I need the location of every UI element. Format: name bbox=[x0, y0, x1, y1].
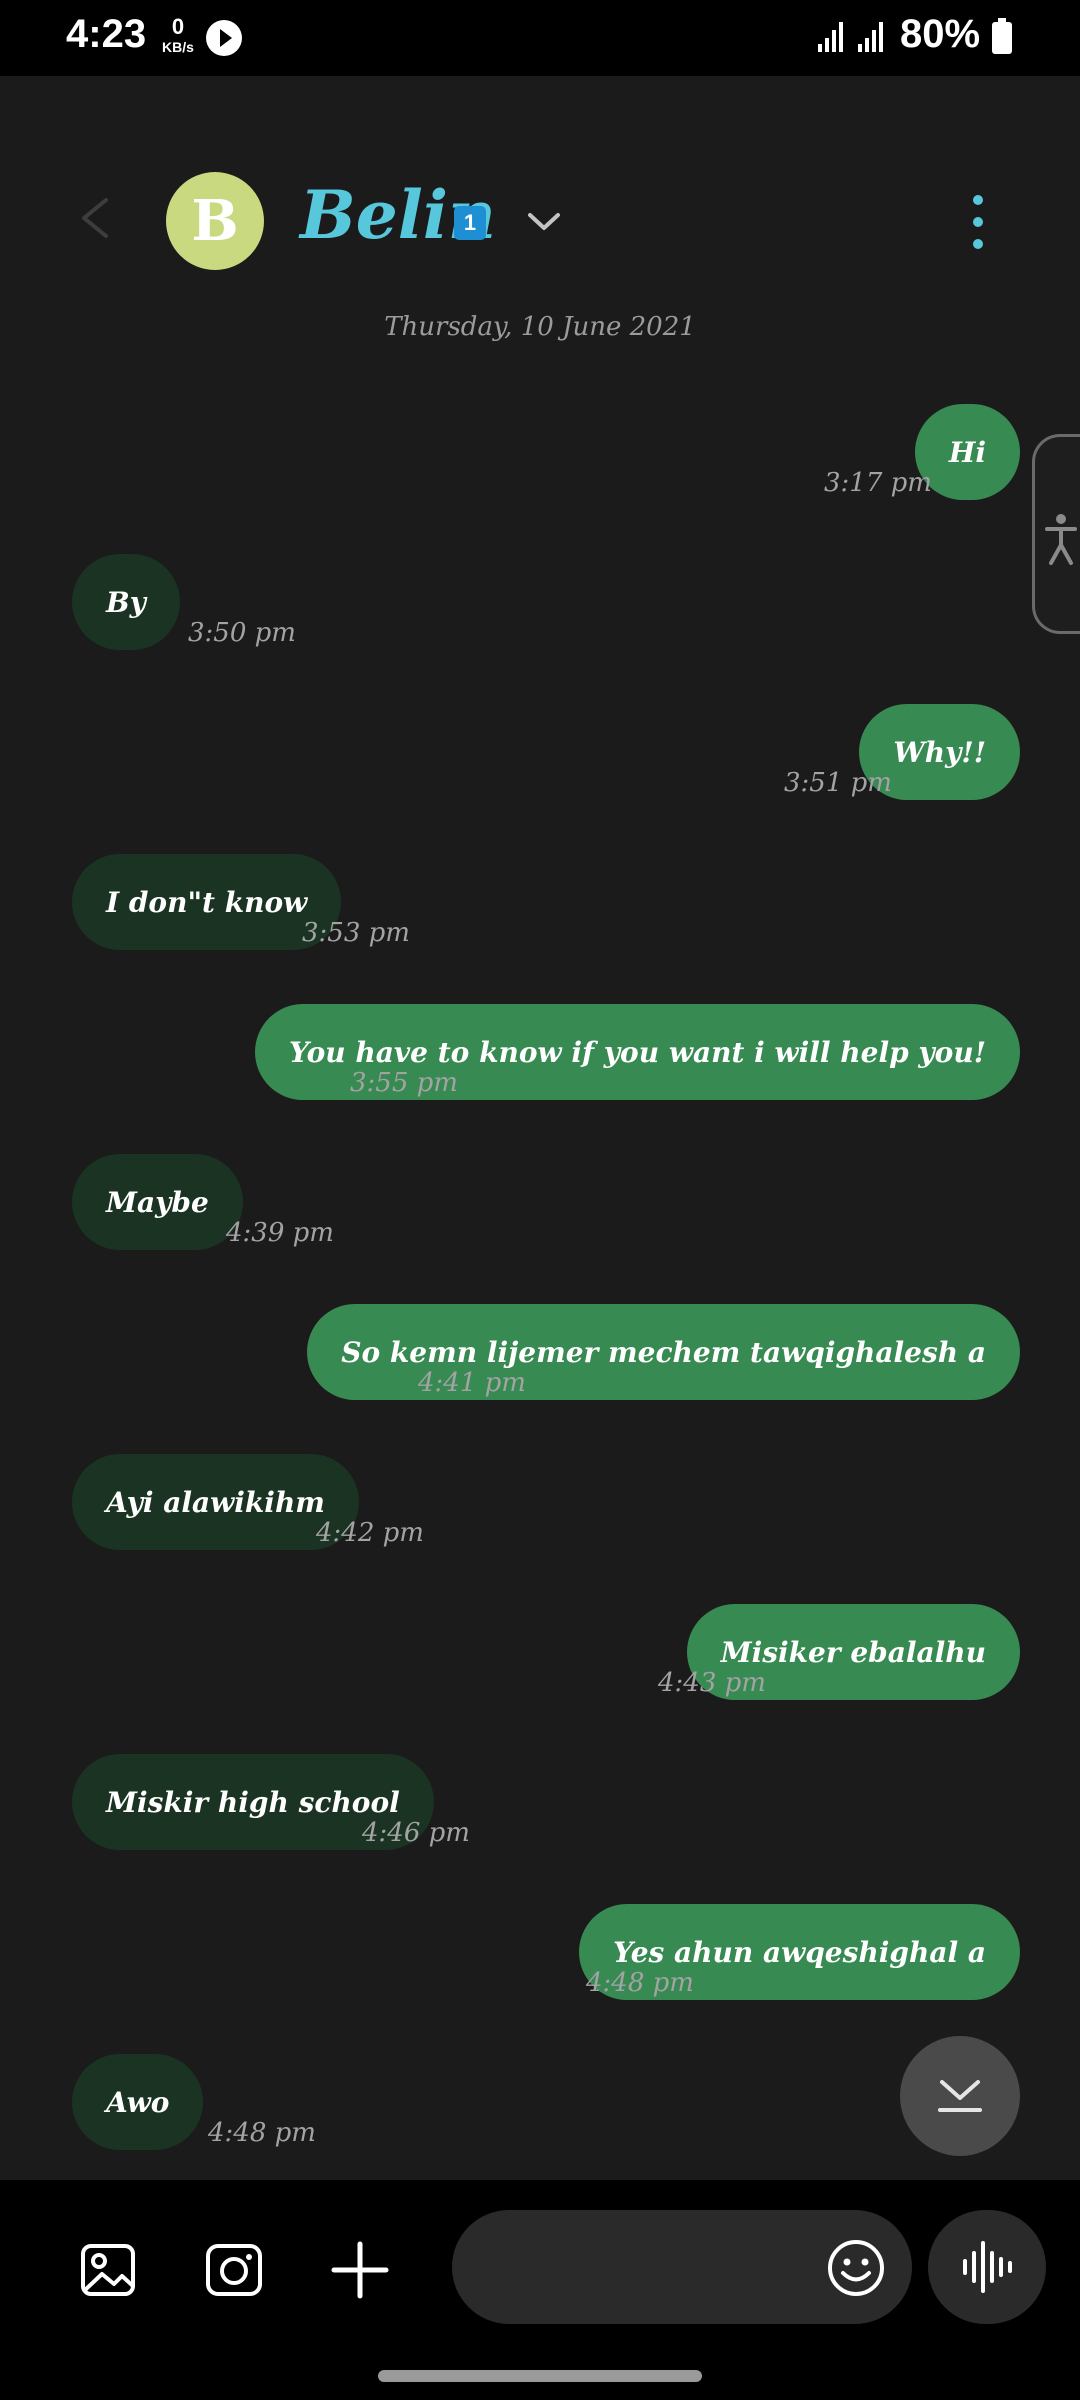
message-time: 3:55 pm bbox=[350, 1068, 458, 1098]
message-time: 3:50 pm bbox=[188, 618, 296, 648]
add-icon[interactable] bbox=[330, 2240, 390, 2300]
network-speed-unit: KB/s bbox=[162, 39, 194, 55]
date-divider: Thursday, 10 June 2021 bbox=[384, 312, 696, 342]
message-time: 4:48 pm bbox=[586, 1968, 694, 1998]
message-time: 3:53 pm bbox=[302, 918, 410, 948]
signal-icon bbox=[858, 22, 886, 52]
message-time: 4:42 pm bbox=[316, 1518, 424, 1548]
message-bubble-received[interactable]: By bbox=[72, 554, 180, 650]
message-bubble-received[interactable]: I don"t know bbox=[72, 854, 342, 950]
media-play-icon bbox=[206, 20, 242, 56]
accessibility-icon bbox=[1045, 514, 1077, 565]
voice-waveform-icon bbox=[963, 2241, 1012, 2293]
voice-record-button[interactable] bbox=[928, 2210, 1046, 2324]
battery-percent: 80% bbox=[900, 12, 981, 56]
emoji-icon[interactable] bbox=[826, 2238, 886, 2298]
status-time: 4:23 bbox=[66, 12, 147, 56]
avatar[interactable]: B bbox=[166, 172, 264, 270]
battery-icon bbox=[992, 18, 1012, 54]
message-time: 4:41 pm bbox=[418, 1368, 526, 1398]
message-time: 4:39 pm bbox=[226, 1218, 334, 1248]
home-indicator[interactable] bbox=[378, 2370, 702, 2382]
back-icon[interactable] bbox=[72, 194, 120, 242]
message-time: 4:46 pm bbox=[362, 1818, 470, 1848]
edge-panel-handle[interactable] bbox=[1032, 434, 1080, 634]
conversation-header: B Belin 1 bbox=[0, 76, 1080, 316]
message-time: 4:43 pm bbox=[658, 1668, 766, 1698]
signal-icon bbox=[818, 22, 846, 52]
chevron-down-icon[interactable] bbox=[526, 208, 562, 236]
gallery-icon[interactable] bbox=[78, 2240, 138, 2300]
more-options-icon[interactable] bbox=[960, 194, 996, 250]
arrow-down-to-line-icon bbox=[938, 2080, 982, 2112]
camera-icon[interactable] bbox=[204, 2240, 264, 2300]
scroll-to-bottom-button[interactable] bbox=[900, 2036, 1020, 2156]
message-time: 3:51 pm bbox=[784, 768, 892, 798]
sim-badge: 1 bbox=[454, 206, 486, 240]
network-speed: 0 KB/s bbox=[158, 14, 198, 55]
message-bubble-received[interactable]: Maybe bbox=[72, 1154, 243, 1250]
message-time: 4:48 pm bbox=[208, 2118, 316, 2148]
network-speed-value: 0 bbox=[171, 14, 185, 39]
message-time: 3:17 pm bbox=[824, 468, 932, 498]
message-bubble-received[interactable]: Awo bbox=[72, 2054, 204, 2150]
status-bar: 4:23 0 KB/s 80% bbox=[0, 0, 1080, 76]
message-bubble-sent[interactable]: So kemn lijemer mechem tawqighalesh a bbox=[307, 1304, 1020, 1400]
